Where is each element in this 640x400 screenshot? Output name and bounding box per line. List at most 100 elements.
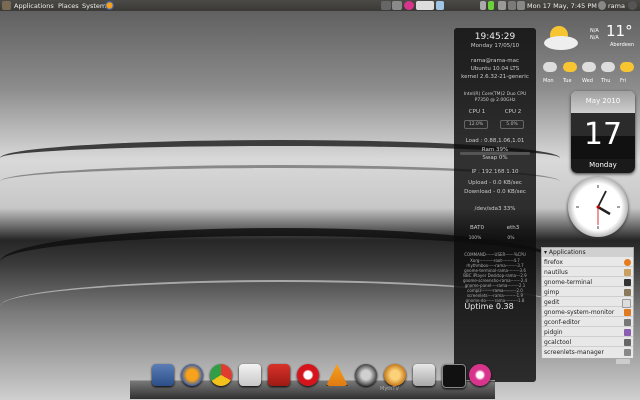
- firefox-icon: [624, 259, 631, 266]
- save-disk-icon[interactable]: [152, 364, 174, 386]
- ubuntu-logo-icon[interactable]: [2, 1, 11, 10]
- applications-title[interactable]: ▾ Applications: [542, 248, 633, 257]
- firefox-icon[interactable]: [181, 364, 203, 386]
- user-menu[interactable]: rama: [608, 2, 625, 10]
- app-item-label: nautilus: [544, 269, 568, 276]
- battery-status-icon[interactable]: [488, 1, 494, 10]
- volume-icon[interactable]: [517, 1, 525, 10]
- mail-icon[interactable]: [508, 1, 516, 10]
- app-item-label: gnome-system-monitor: [544, 309, 615, 316]
- battery-value: 100%: [468, 236, 482, 241]
- calculator-icon: [624, 339, 631, 346]
- sysinfo-load: Load : 0.88,1.06,1.01: [465, 138, 525, 144]
- dock-hover-label: MythTV: [380, 386, 399, 392]
- system-menu[interactable]: System: [82, 2, 106, 10]
- top-panel: Applications Places System Mon 17 May, 7…: [0, 0, 640, 11]
- sysinfo-cpu-model2: P7350 @ 2.00GHz: [474, 98, 516, 103]
- forecast-cloud-icon: [582, 62, 596, 72]
- firefox-launcher-icon[interactable]: [105, 1, 114, 10]
- sysinfo-date: Monday 17/05/10: [470, 43, 520, 49]
- app-item-firefox[interactable]: firefox: [542, 258, 633, 267]
- terminal-icon[interactable]: [442, 364, 466, 388]
- sysinfo-os: Ubuntu 10.04 LTS: [470, 66, 520, 72]
- applications-widget: ▾ Applications firefox nautilus gnome-te…: [541, 247, 634, 359]
- app-item-nautilus[interactable]: nautilus: [542, 268, 633, 277]
- music-player-icon[interactable]: [469, 364, 491, 386]
- calendar-weekday: Monday: [571, 159, 635, 173]
- app-item-screenlets-manager[interactable]: screenlets-manager: [542, 348, 633, 357]
- app-item-label: pidgin: [544, 329, 563, 336]
- acrobat-icon[interactable]: [239, 364, 261, 386]
- system-monitor-icon: [624, 309, 631, 316]
- cpu2-label: CPU 2: [504, 109, 522, 115]
- sysinfo-cpu-model: Intel(R) Core(TM)2 Duo CPU: [463, 92, 527, 97]
- app-item-pidgin[interactable]: pidgin: [542, 328, 633, 337]
- app-item-gedit[interactable]: gedit: [542, 298, 633, 308]
- music-player-icon[interactable]: [404, 1, 414, 10]
- applications-menu[interactable]: Applications: [14, 2, 54, 10]
- gimp-icon: [624, 289, 631, 296]
- app-item-gconf-editor[interactable]: gconf-editor: [542, 318, 633, 327]
- sysinfo-swap: Swap 0%: [482, 155, 508, 161]
- network-icon[interactable]: [436, 1, 444, 10]
- sysinfo-disk: /dev/sda3 33%: [474, 206, 516, 212]
- analog-clock-widget: [568, 177, 628, 237]
- filezilla-icon[interactable]: [268, 364, 290, 386]
- tray-icon[interactable]: [392, 1, 402, 10]
- applications-widget-handle[interactable]: [616, 359, 630, 364]
- bluetooth-icon[interactable]: [480, 1, 486, 10]
- camera-icon[interactable]: [413, 364, 435, 386]
- app-item-label: gnome-terminal: [544, 279, 593, 286]
- sysinfo-uptime: Uptime 0.38: [464, 302, 514, 311]
- forecast-sun-icon: [620, 62, 634, 72]
- places-menu[interactable]: Places: [58, 2, 79, 10]
- sysinfo-host: rama@rama-mac: [471, 58, 519, 64]
- app-item-label: gimp: [544, 289, 560, 296]
- forecast-day: Tue: [563, 78, 572, 84]
- app-item-gcalctool[interactable]: gcalctool: [542, 338, 633, 347]
- panel-clock[interactable]: Mon 17 May, 7:45 PM: [527, 2, 597, 10]
- mythtv-icon[interactable]: [384, 364, 406, 386]
- app-item-gimp[interactable]: gimp: [542, 288, 633, 297]
- forecast-day: Fri: [620, 78, 626, 84]
- cpu1-value: 12.0%: [464, 120, 488, 129]
- cd-player-icon[interactable]: [355, 364, 377, 386]
- system-info-widget: 19:45:29 Monday 17/05/10 rama@rama-mac U…: [454, 28, 536, 382]
- process-header: COMMAND------USER------%CPU: [464, 252, 526, 257]
- sysinfo-kernel: kernel 2.6.32-21-generic: [461, 74, 529, 80]
- settings-icon: [624, 319, 631, 326]
- app-item-gnome-system-monitor[interactable]: gnome-system-monitor: [542, 308, 633, 317]
- calendar-day: 17: [571, 113, 635, 159]
- network-manager-icon[interactable]: [498, 1, 506, 10]
- screenlets-icon: [624, 349, 631, 356]
- app-item-label: screenlets-manager: [544, 349, 604, 356]
- cloud-icon: [544, 36, 578, 50]
- calendar-month: May 2010: [571, 91, 635, 113]
- folder-icon: [624, 269, 631, 276]
- sysinfo-time: 19:45:29: [474, 32, 516, 42]
- forecast-sun-icon: [563, 62, 577, 72]
- sysinfo-ip: IP : 192.168.1.10: [471, 169, 519, 175]
- tray-icon[interactable]: [381, 1, 391, 10]
- eth-label: eth3: [506, 225, 520, 231]
- clock-face-icon: [576, 185, 620, 229]
- sysinfo-download: Download - 0.0 KB/sec: [464, 189, 526, 195]
- app-item-gnome-terminal[interactable]: gnome-terminal: [542, 278, 633, 287]
- power-icon[interactable]: [628, 1, 637, 10]
- app-item-label: gedit: [544, 299, 560, 306]
- forecast-day: Thu: [601, 78, 611, 84]
- weather-temperature: 11°: [606, 22, 633, 40]
- user-icon: [598, 1, 606, 10]
- forecast-day: Wed: [582, 78, 593, 84]
- terminal-icon: [624, 279, 631, 286]
- app-item-label: gconf-editor: [544, 319, 581, 326]
- app-item-label: gcalctool: [544, 339, 572, 346]
- sysinfo-upload: Upload - 0.0 KB/sec: [468, 180, 522, 186]
- forecast-day: Mon: [543, 78, 554, 84]
- opera-icon[interactable]: [297, 364, 319, 386]
- vlc-icon[interactable]: [326, 364, 348, 386]
- battery-icon[interactable]: [416, 1, 434, 10]
- forecast-cloud-icon: [601, 62, 615, 72]
- chrome-icon[interactable]: [210, 364, 232, 386]
- app-item-label: firefox: [544, 259, 563, 266]
